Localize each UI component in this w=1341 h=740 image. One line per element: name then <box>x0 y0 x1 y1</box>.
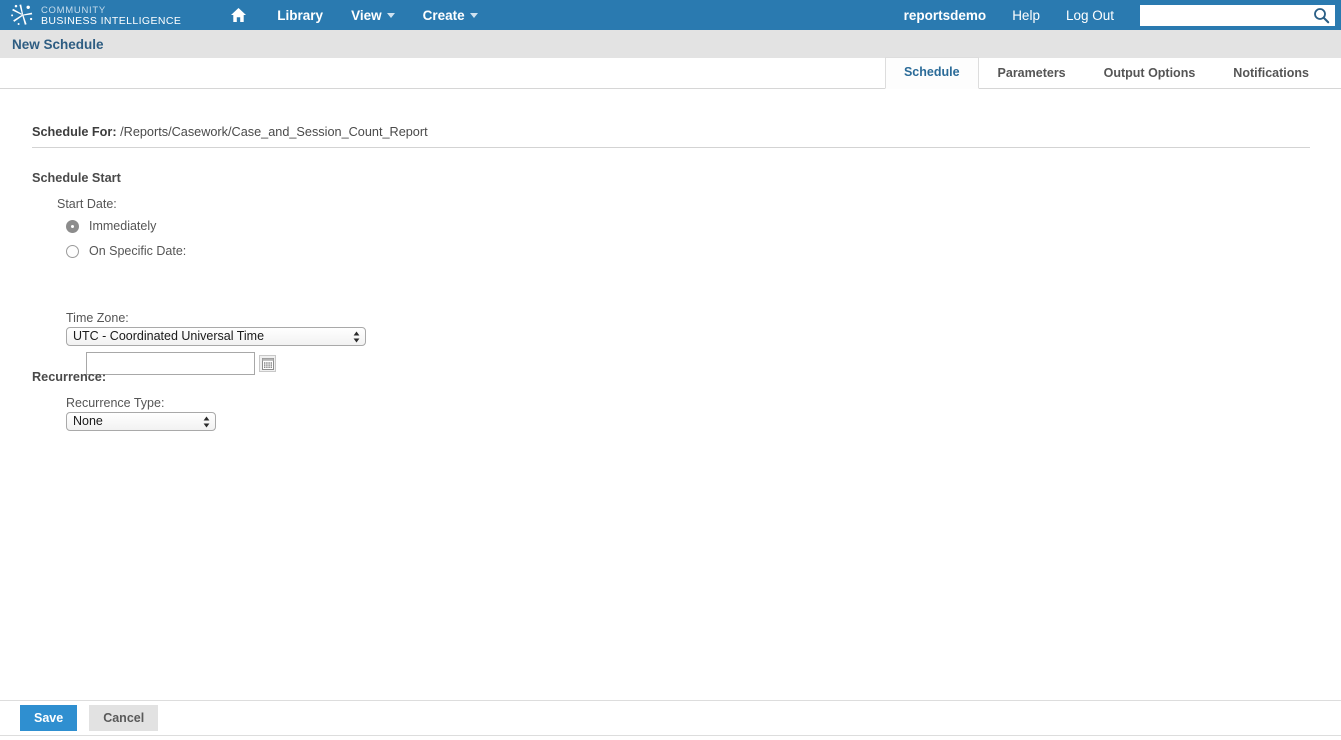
recurrence-type-label: Recurrence Type: <box>66 396 165 410</box>
schedule-for-label: Schedule For: <box>32 125 117 139</box>
schedule-form-panel: Schedule For: /Reports/Casework/Case_and… <box>0 89 1341 700</box>
form-action-bar: Save Cancel <box>0 700 1341 736</box>
search-input[interactable] <box>1144 5 1312 25</box>
radio-immediately-label[interactable]: Immediately <box>89 219 156 233</box>
tab-output-options-label: Output Options <box>1103 66 1196 80</box>
start-date-input[interactable] <box>86 352 255 375</box>
nav-item-view-label: View <box>351 7 382 23</box>
nav-item-library-label: Library <box>277 7 324 23</box>
radio-immediately-input[interactable] <box>66 219 79 233</box>
search-icon[interactable] <box>1313 7 1330 24</box>
chevron-down-icon <box>386 12 395 18</box>
schedule-start-heading: Schedule Start <box>32 171 121 185</box>
logout-link[interactable]: Log Out <box>1066 8 1114 23</box>
section-divider <box>32 147 1310 148</box>
brand-logo[interactable]: COMMUNITY BUSINESS INTELLIGENCE <box>10 0 181 30</box>
page-title: New Schedule <box>12 36 104 52</box>
tab-notifications[interactable]: Notifications <box>1214 58 1328 89</box>
tab-notifications-label: Notifications <box>1233 66 1309 80</box>
nav-right-group: reportsdemo Help Log Out <box>904 0 1341 30</box>
radio-option-on-specific-date[interactable]: On Specific Date: <box>66 244 186 258</box>
tab-parameters-label: Parameters <box>997 66 1066 80</box>
search-box[interactable] <box>1140 4 1335 26</box>
nav-item-create-label: Create <box>422 7 465 23</box>
recurrence-type-select[interactable]: None <box>66 412 216 431</box>
nav-item-library[interactable]: Library <box>277 8 323 23</box>
radio-specific-date-label[interactable]: On Specific Date: <box>89 244 186 258</box>
calendar-icon[interactable] <box>259 355 276 372</box>
chevron-down-icon <box>469 12 478 18</box>
tab-output-options[interactable]: Output Options <box>1085 58 1215 89</box>
cancel-button[interactable]: Cancel <box>89 705 159 731</box>
schedule-for-row: Schedule For: /Reports/Casework/Case_and… <box>32 125 428 139</box>
brand-line-2: BUSINESS INTELLIGENCE <box>41 14 182 27</box>
current-user-label[interactable]: reportsdemo <box>904 8 987 23</box>
tab-schedule-label: Schedule <box>903 65 960 79</box>
starburst-logo-icon <box>10 3 34 27</box>
tab-parameters[interactable]: Parameters <box>979 58 1085 89</box>
page-title-bar: New Schedule <box>0 30 1341 58</box>
time-zone-select[interactable]: UTC - Coordinated Universal Time <box>66 327 366 346</box>
radio-option-immediately[interactable]: Immediately <box>66 219 156 233</box>
top-navigation-bar: COMMUNITY BUSINESS INTELLIGENCE Library … <box>0 0 1341 30</box>
start-date-label: Start Date: <box>57 197 117 211</box>
recurrence-heading: Recurrence: <box>32 370 107 384</box>
home-icon[interactable] <box>227 4 249 26</box>
time-zone-select-wrap: UTC - Coordinated Universal Time <box>66 327 366 346</box>
tab-schedule[interactable]: Schedule <box>884 57 979 89</box>
help-link[interactable]: Help <box>1012 8 1040 23</box>
schedule-for-path: /Reports/Casework/Case_and_Session_Count… <box>120 125 428 139</box>
brand-wordmark: COMMUNITY BUSINESS INTELLIGENCE <box>41 5 181 26</box>
radio-specific-date-input[interactable] <box>66 244 79 258</box>
time-zone-label: Time Zone: <box>66 311 129 325</box>
tab-bar: Schedule Parameters Output Options Notif… <box>0 57 1341 89</box>
brand-line-1: COMMUNITY <box>41 4 106 16</box>
save-button[interactable]: Save <box>20 705 78 731</box>
nav-item-create[interactable]: Create <box>423 8 478 23</box>
recurrence-type-select-wrap: None <box>66 412 216 431</box>
nav-item-view[interactable]: View <box>351 8 395 23</box>
